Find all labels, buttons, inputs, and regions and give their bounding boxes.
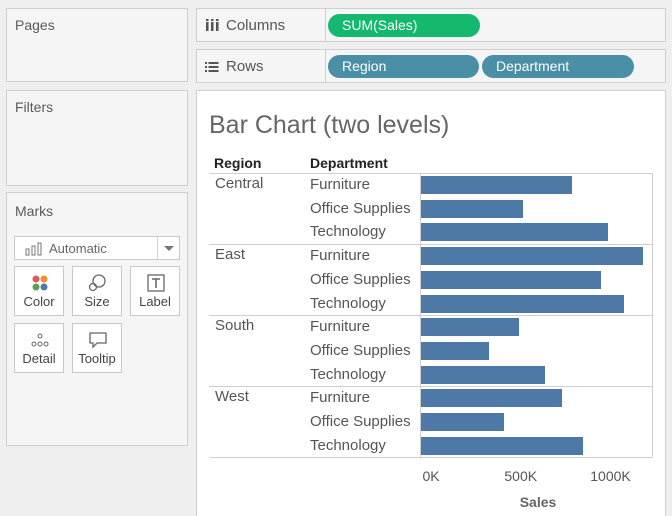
department-label: Technology (310, 294, 386, 312)
region-label: South (215, 317, 255, 335)
group-separator (209, 457, 652, 459)
department-label: Furniture (310, 389, 371, 407)
department-label: Furniture (310, 176, 371, 193)
color-label: Color (23, 294, 55, 309)
marks-card: Marks (6, 192, 188, 446)
x-axis-title: Sales (519, 494, 557, 511)
tooltip-label: Tooltip (78, 351, 116, 366)
region-pill[interactable]: Region (328, 55, 479, 78)
region-label: Central (215, 175, 264, 192)
marks-title: Marks (15, 203, 54, 219)
bar (421, 247, 643, 266)
bar (421, 436, 583, 455)
region-header: Region (214, 155, 262, 171)
x-tick-label: 1000K (590, 468, 631, 485)
mark-type-value: Automatic (49, 241, 107, 256)
pages-title: Pages (15, 17, 55, 33)
department-label: Office Supplies (310, 199, 411, 217)
detail-label: Detail (22, 351, 56, 366)
chart-view[interactable]: Bar Chart (two levels) Region Department… (196, 90, 666, 516)
bar (421, 176, 572, 194)
size-icon (88, 274, 106, 292)
region-label: West (215, 388, 249, 406)
department-label: Furniture (310, 318, 371, 336)
view-title: Bar Chart (two levels) (209, 111, 450, 139)
columns-shelf[interactable]: Columns SUM(Sales) (196, 8, 666, 42)
group-separator (209, 173, 652, 174)
department-label: Office Supplies (310, 341, 411, 359)
department-label: Furniture (310, 247, 371, 265)
bar (421, 365, 545, 384)
pages-card[interactable]: Pages (6, 8, 188, 82)
department-label: Technology (310, 223, 386, 241)
size-button[interactable]: Size (72, 266, 122, 316)
bar (421, 294, 624, 313)
bar (421, 341, 489, 360)
rows-icon (205, 61, 219, 72)
filters-card[interactable]: Filters (6, 90, 188, 186)
department-pill[interactable]: Department (482, 55, 634, 78)
color-button[interactable]: Color (14, 266, 64, 316)
sum-sales-pill[interactable]: SUM(Sales) (328, 14, 480, 37)
bars-right-border (652, 173, 653, 458)
filters-title: Filters (15, 99, 54, 115)
columns-label: Columns (205, 17, 285, 34)
mark-type-dropdown[interactable]: Automatic (14, 236, 180, 260)
bar (421, 270, 601, 289)
group-separator (209, 386, 652, 388)
shelf-divider (325, 9, 326, 41)
bar (421, 318, 519, 337)
department-label: Technology (310, 436, 386, 454)
bars-left-border (420, 173, 421, 458)
x-tick-label: 0K (422, 468, 440, 485)
department-header: Department (310, 155, 388, 171)
columns-icon (206, 19, 219, 31)
tooltip-icon (89, 332, 107, 349)
label-label: Label (139, 294, 171, 309)
tooltip-button[interactable]: Tooltip (72, 323, 122, 373)
detail-icon (31, 333, 49, 347)
department-label: Technology (310, 365, 386, 383)
shelf-divider (325, 50, 326, 82)
department-label: Office Supplies (310, 270, 411, 288)
region-label: East (215, 246, 246, 264)
rows-shelf[interactable]: Rows Region Department (196, 49, 666, 83)
department-label: Office Supplies (310, 413, 411, 430)
bar (421, 389, 562, 408)
label-icon (147, 274, 165, 292)
group-separator (209, 315, 652, 317)
rows-label: Rows (205, 58, 264, 75)
label-button[interactable]: Label (130, 266, 180, 316)
columns-text: Columns (226, 17, 286, 34)
size-label: Size (84, 294, 110, 309)
color-icon (32, 275, 48, 291)
bar (421, 199, 523, 218)
chevron-down-icon[interactable] (157, 237, 179, 259)
bar-chart-icon (25, 242, 42, 256)
x-tick-label: 500K (504, 468, 538, 485)
bar (421, 223, 608, 242)
bar (421, 413, 504, 431)
group-separator (209, 244, 652, 246)
rows-text: Rows (226, 58, 264, 75)
detail-button[interactable]: Detail (14, 323, 64, 373)
